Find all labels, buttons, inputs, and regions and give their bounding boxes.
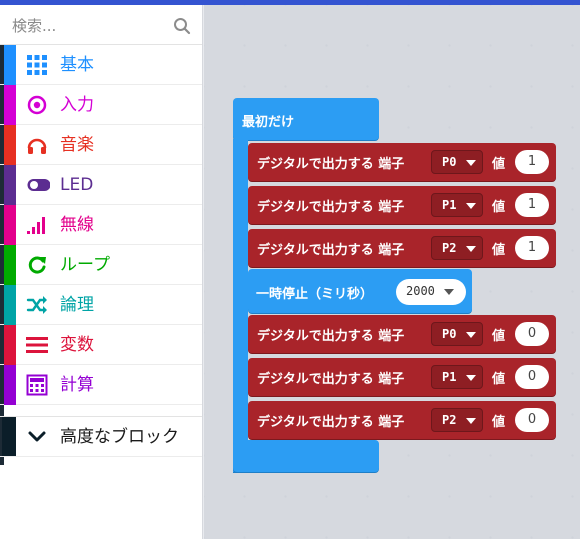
value-field[interactable]: 0 — [515, 365, 549, 389]
pin-dropdown[interactable]: P0 — [431, 322, 483, 346]
category-color-bar — [4, 365, 16, 405]
category-variables[interactable]: 変数 — [0, 325, 202, 365]
category-label: 音楽 — [60, 135, 94, 155]
digital-write-block[interactable]: デジタルで出力する 端子 P2 値 0 — [248, 401, 556, 439]
category-input[interactable]: 入力 — [0, 85, 202, 125]
on-start-label: 最初だけ — [242, 115, 295, 130]
category-basic[interactable]: 基本 — [0, 45, 202, 85]
digital-write-block[interactable]: デジタルで出力する 端子 P0 値 0 — [248, 315, 556, 353]
category-color-bar — [4, 125, 16, 165]
value-field[interactable]: 1 — [515, 150, 549, 174]
value-label: 値 — [492, 157, 506, 172]
category-color-bar — [4, 245, 16, 285]
category-color-bar — [4, 45, 16, 85]
value-field[interactable]: 1 — [515, 236, 549, 260]
pin-value: P0 — [442, 155, 457, 169]
category-label: 入力 — [60, 95, 94, 115]
digital-write-label: デジタルで出力する 端子 — [257, 329, 405, 344]
category-loops[interactable]: ループ — [0, 245, 202, 285]
pin-dropdown[interactable]: P2 — [431, 408, 483, 432]
dropdown-caret-icon — [466, 246, 476, 252]
category-music[interactable]: 音楽 — [0, 125, 202, 165]
value-label: 値 — [492, 329, 506, 344]
category-label: 高度なブロック — [60, 427, 179, 447]
pin-value: P1 — [442, 370, 457, 384]
value-label: 値 — [492, 243, 506, 258]
digital-write-label: デジタルで出力する 端子 — [257, 415, 405, 430]
category-color-bar — [4, 85, 16, 125]
dropdown-caret-icon — [466, 203, 476, 209]
category-color-bar — [4, 325, 16, 365]
value-field[interactable]: 1 — [515, 193, 549, 217]
category-label: 計算 — [60, 375, 94, 395]
dropdown-caret-icon — [466, 332, 476, 338]
category-color-bar — [4, 285, 16, 325]
search-icon[interactable] — [173, 17, 191, 35]
category-led[interactable]: LED — [0, 165, 202, 205]
value-label: 値 — [492, 372, 506, 387]
value-label: 値 — [492, 200, 506, 215]
digital-write-label: デジタルで出力する 端子 — [257, 200, 405, 215]
search-input[interactable] — [10, 13, 164, 39]
digital-write-block[interactable]: デジタルで出力する 端子 P2 値 1 — [248, 229, 556, 267]
headphones-icon — [27, 138, 47, 154]
category-label: 論理 — [60, 295, 94, 315]
category-color-bar — [4, 165, 16, 205]
category-label: ループ — [60, 255, 110, 275]
pause-block[interactable]: 一時停止（ミリ秒） 2000 — [248, 269, 472, 313]
pin-dropdown[interactable]: P1 — [431, 365, 483, 389]
category-color-bar — [4, 205, 16, 245]
pin-dropdown[interactable]: P0 — [431, 150, 483, 174]
pause-duration-value: 2000 — [406, 284, 435, 298]
grid-icon — [27, 55, 47, 75]
pause-label: 一時停止（ミリ秒） — [256, 287, 374, 302]
value-field[interactable]: 0 — [515, 322, 549, 346]
category-logic[interactable]: 論理 — [0, 285, 202, 325]
digital-write-label: デジタルで出力する 端子 — [257, 243, 405, 258]
target-icon — [27, 95, 47, 115]
value-field[interactable]: 0 — [515, 408, 549, 432]
calculator-icon — [26, 374, 48, 396]
pin-value: P0 — [442, 327, 457, 341]
category-label: LED — [60, 175, 94, 195]
value-label: 値 — [492, 415, 506, 430]
pin-value: P1 — [442, 198, 457, 212]
category-color-bar — [2, 417, 16, 456]
category-math[interactable]: 計算 — [0, 365, 202, 405]
digital-write-label: デジタルで出力する 端子 — [257, 372, 405, 387]
category-label: 基本 — [60, 55, 94, 75]
toolbox-search — [0, 5, 202, 45]
pin-value: P2 — [442, 413, 457, 427]
pause-duration-dropdown[interactable]: 2000 — [396, 279, 466, 305]
dropdown-caret-icon — [466, 418, 476, 424]
digital-write-block[interactable]: デジタルで出力する 端子 P1 値 1 — [248, 186, 556, 224]
toolbox: 基本 入力 音楽 LED — [0, 5, 203, 539]
dropdown-caret-icon — [466, 375, 476, 381]
category-radio[interactable]: 無線 — [0, 205, 202, 245]
digital-write-block[interactable]: デジタルで出力する 端子 P0 値 1 — [248, 143, 556, 181]
category-label: 無線 — [60, 215, 94, 235]
on-start-block-bottom — [233, 440, 379, 472]
on-start-block-arm — [233, 139, 248, 472]
category-advanced[interactable]: 高度なブロック — [0, 416, 202, 457]
digital-write-label: デジタルで出力する 端子 — [257, 157, 405, 172]
pin-dropdown[interactable]: P2 — [431, 236, 483, 260]
pin-value: P2 — [442, 241, 457, 255]
chevron-down-icon — [28, 431, 46, 442]
category-label: 変数 — [60, 335, 94, 355]
dropdown-caret-icon — [466, 160, 476, 166]
signal-bars-icon — [27, 217, 45, 234]
list-lines-icon — [26, 337, 48, 353]
loop-arrow-icon — [28, 256, 46, 274]
pin-dropdown[interactable]: P1 — [431, 193, 483, 217]
toggle-icon — [27, 179, 50, 191]
dropdown-caret-icon — [444, 289, 454, 295]
digital-write-block[interactable]: デジタルで出力する 端子 P1 値 0 — [248, 358, 556, 396]
shuffle-icon — [26, 296, 47, 314]
